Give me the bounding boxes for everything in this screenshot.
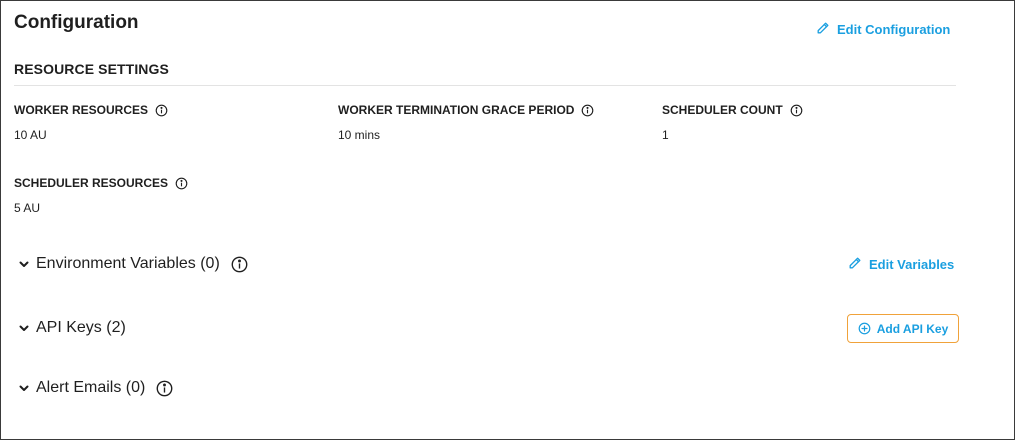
chevron-down-icon [19, 261, 29, 267]
field-value: 10 mins [338, 128, 381, 142]
edit-variables-label: Edit Variables [869, 257, 955, 272]
info-icon[interactable] [231, 256, 248, 273]
environment-variables-toggle[interactable]: Environment Variables (0) [18, 255, 248, 273]
info-icon[interactable] [790, 104, 803, 117]
add-api-key-button[interactable]: Add API Key [847, 314, 959, 343]
pencil-icon [816, 21, 830, 38]
divider [14, 85, 956, 86]
page-title: Configuration [14, 12, 139, 33]
field-value: 5 AU [14, 201, 41, 215]
field-scheduler-resources: SCHEDULER RESOURCES 5 AU [14, 176, 188, 215]
field-value: 10 AU [14, 128, 47, 142]
info-icon[interactable] [156, 380, 173, 397]
edit-configuration-button[interactable]: Edit Configuration [816, 21, 950, 38]
api-keys-label: API Keys (2) [36, 319, 126, 336]
field-label: WORKER RESOURCES [14, 103, 149, 117]
plus-circle-icon [858, 322, 871, 335]
alert-emails-label: Alert Emails (0) [36, 379, 146, 396]
alert-emails-toggle[interactable]: Alert Emails (0) [18, 379, 173, 397]
field-label: WORKER TERMINATION GRACE PERIOD [338, 103, 575, 117]
info-icon[interactable] [581, 104, 594, 117]
chevron-down-icon [19, 325, 29, 331]
info-icon[interactable] [175, 177, 188, 190]
api-keys-toggle[interactable]: API Keys (2) [18, 319, 126, 337]
field-label: SCHEDULER COUNT [662, 103, 783, 117]
pencil-icon [848, 256, 862, 273]
field-label: SCHEDULER RESOURCES [14, 176, 169, 190]
configuration-panel: Configuration Edit Configuration RESOURC… [0, 0, 1015, 440]
field-worker-resources: WORKER RESOURCES 10 AU [14, 103, 168, 142]
edit-configuration-label: Edit Configuration [837, 22, 951, 37]
field-scheduler-count: SCHEDULER COUNT 1 [662, 103, 803, 142]
resource-settings-title: RESOURCE SETTINGS [14, 61, 169, 77]
environment-variables-label: Environment Variables (0) [36, 255, 220, 272]
field-value: 1 [662, 128, 669, 142]
chevron-down-icon [19, 385, 29, 391]
field-worker-termination-grace-period: WORKER TERMINATION GRACE PERIOD 10 mins [338, 103, 594, 142]
add-api-key-label: Add API Key [876, 321, 949, 336]
edit-variables-button[interactable]: Edit Variables [848, 256, 954, 273]
info-icon[interactable] [155, 104, 168, 117]
